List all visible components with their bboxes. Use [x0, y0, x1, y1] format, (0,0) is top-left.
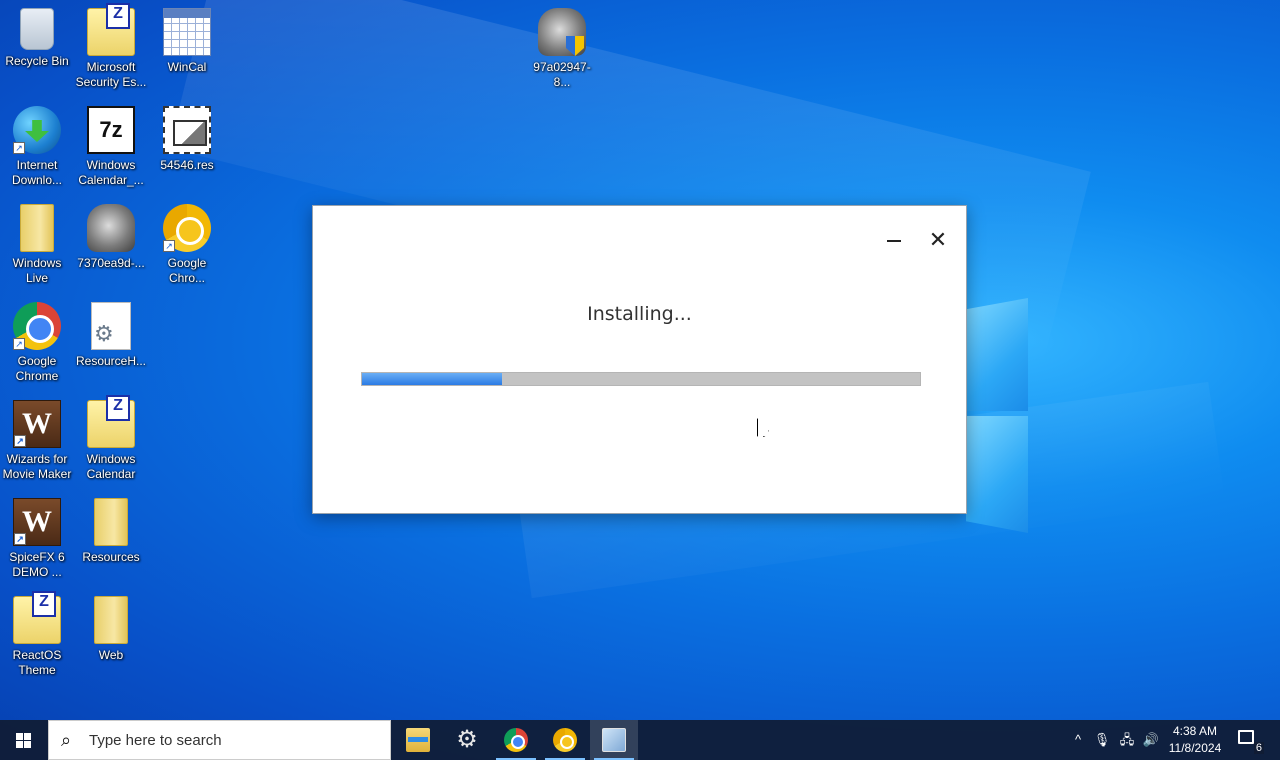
- calendar-icon: [163, 8, 211, 56]
- volume-tray-button[interactable]: 🔊: [1140, 720, 1162, 760]
- spicefx-app-icon: W ↗: [13, 498, 61, 546]
- desktop-icon-resources[interactable]: Resources: [74, 498, 148, 565]
- search-icon: ⌕: [61, 730, 72, 750]
- desktop-icon-label: ResourceH...: [75, 354, 147, 368]
- recycle-bin-icon: [20, 8, 54, 50]
- zipped-folder-icon: [13, 591, 61, 644]
- microphone-tray-button[interactable]: 🎙: [1092, 720, 1112, 760]
- network-icon: 🖧: [1119, 732, 1135, 747]
- install-progress-bar: [361, 372, 921, 386]
- gear-icon: ⚙: [456, 726, 478, 753]
- search-placeholder: Type here to search: [89, 732, 222, 749]
- wallpaper-logo-pane: [966, 416, 1028, 533]
- desktop-icon-label: Google Chro...: [167, 256, 207, 285]
- desktop-icon-windows-live[interactable]: Windows Live: [0, 204, 74, 286]
- folder-icon: [94, 596, 128, 644]
- chrome-canary-icon: ↗: [163, 204, 211, 252]
- desktop-icon-wincal[interactable]: WinCal: [150, 8, 224, 75]
- close-icon: ✕: [928, 227, 948, 252]
- taskbar-clock[interactable]: 4:38 AM 11/8/2024: [1160, 723, 1230, 757]
- taskbar-search-box[interactable]: ⌕ Type here to search: [48, 720, 391, 760]
- desktop-icon-label: Recycle Bin: [5, 54, 69, 68]
- show-hidden-icons-button[interactable]: ^: [1068, 720, 1088, 760]
- taskbar-installer[interactable]: [590, 720, 638, 760]
- chevron-up-icon: ^: [1074, 732, 1082, 747]
- desktop-icon-label: Internet Downlo...: [11, 158, 63, 187]
- action-center-button[interactable]: 6: [1236, 728, 1264, 754]
- desktop-icon-web[interactable]: Web: [74, 596, 148, 663]
- clock-time: 4:38 AM: [1172, 724, 1218, 738]
- desktop-icon-windows-calendar[interactable]: Windows Calendar: [74, 395, 148, 482]
- desktop-icon-microsoft-security[interactable]: Microsoft Security Es...: [74, 3, 148, 90]
- desktop-icon-recycle-bin[interactable]: Recycle Bin: [0, 8, 74, 69]
- desktop-icon-label: Windows Live: [12, 256, 62, 285]
- 7zip-archive-icon: 7z: [87, 106, 135, 154]
- settings-file-icon: [91, 302, 131, 350]
- desktop-icon-54546-res[interactable]: 54546.res: [150, 106, 224, 173]
- folder-icon: [20, 204, 54, 252]
- desktop-icon-label: WinCal: [167, 60, 207, 74]
- start-button[interactable]: [0, 720, 48, 760]
- taskbar-chrome-canary[interactable]: [541, 720, 589, 760]
- desktop-icon-spicefx[interactable]: W ↗ SpiceFX 6 DEMO ...: [0, 498, 74, 580]
- chrome-icon: [504, 728, 528, 752]
- folder-icon: [94, 498, 128, 546]
- installer-dialog: ✕ Installing...: [312, 205, 967, 514]
- desktop-icon-label: Google Chrome: [15, 354, 59, 383]
- installer-icon: [602, 728, 626, 752]
- chrome-canary-icon: [553, 728, 577, 752]
- desktop-icon-label: 7370ea9d-...: [77, 256, 145, 270]
- wizards-app-icon: W ↗: [13, 400, 61, 448]
- notification-count: 6: [1253, 742, 1264, 754]
- desktop-icon-label: SpiceFX 6 DEMO ...: [9, 550, 65, 579]
- desktop-icon-internet-download-manager[interactable]: ↗ Internet Downlo...: [0, 106, 74, 188]
- volume-icon: 🔊: [1142, 732, 1160, 747]
- zipped-folder-icon: [87, 3, 135, 56]
- wallpaper-logo-pane: [966, 298, 1028, 411]
- windows-logo-icon: [16, 733, 32, 748]
- network-tray-button[interactable]: 🖧: [1116, 720, 1138, 760]
- desktop-icon-label: 97a02947-8...: [533, 60, 591, 89]
- installer-status-text: Installing...: [587, 303, 692, 325]
- desktop-icon-label: Resources: [82, 550, 140, 564]
- desktop-icon-label: ReactOS Theme: [12, 648, 62, 677]
- taskbar-file-explorer[interactable]: [394, 720, 442, 760]
- desktop-icon-reactos-theme[interactable]: ReactOS Theme: [0, 591, 74, 678]
- clock-date: 11/8/2024: [1168, 741, 1222, 755]
- file-explorer-icon: [406, 728, 430, 752]
- minimize-button[interactable]: [878, 224, 910, 256]
- taskbar: ⌕ Type here to search ⚙ ^ 🎙 🖧 🔊 4:38 AM …: [0, 720, 1280, 760]
- desktop-icon-label: Windows Calendar_...: [78, 158, 144, 187]
- notification-icon: [1238, 730, 1254, 744]
- desktop-icon-resourcehacker[interactable]: ResourceH...: [74, 302, 148, 369]
- download-manager-icon: ↗: [13, 106, 61, 154]
- taskbar-google-chrome[interactable]: [492, 720, 540, 760]
- desktop-icon-windows-calendar-7z[interactable]: 7z Windows Calendar_...: [74, 106, 148, 188]
- image-file-icon: [163, 106, 211, 154]
- close-button[interactable]: ✕: [922, 224, 954, 256]
- desktop-icon-label: 54546.res: [160, 158, 214, 172]
- desktop-icon-label: Web: [98, 648, 124, 662]
- desktop-icon-google-chrome[interactable]: ↗ Google Chrome: [0, 302, 74, 384]
- executable-icon: [87, 204, 135, 252]
- microphone-icon: 🎙: [1093, 732, 1111, 747]
- taskbar-settings[interactable]: ⚙: [443, 720, 491, 760]
- desktop-icon-wizards-for-movie-maker[interactable]: W ↗ Wizards for Movie Maker: [0, 400, 74, 482]
- zipped-folder-icon: [87, 395, 135, 448]
- installer-shield-icon: [538, 8, 586, 56]
- desktop-icon-label: Microsoft Security Es...: [75, 60, 147, 89]
- desktop-icon-label: Windows Calendar: [86, 452, 136, 481]
- chrome-icon: ↗: [13, 302, 61, 350]
- desktop-icon-97a02947[interactable]: 97a02947-8...: [525, 8, 599, 90]
- desktop-icon-label: Wizards for Movie Maker: [2, 452, 72, 481]
- install-progress-fill: [362, 373, 502, 385]
- desktop-icon-google-chrome-canary[interactable]: ↗ Google Chro...: [150, 204, 224, 286]
- desktop-icon-7370ea9d[interactable]: 7370ea9d-...: [74, 204, 148, 271]
